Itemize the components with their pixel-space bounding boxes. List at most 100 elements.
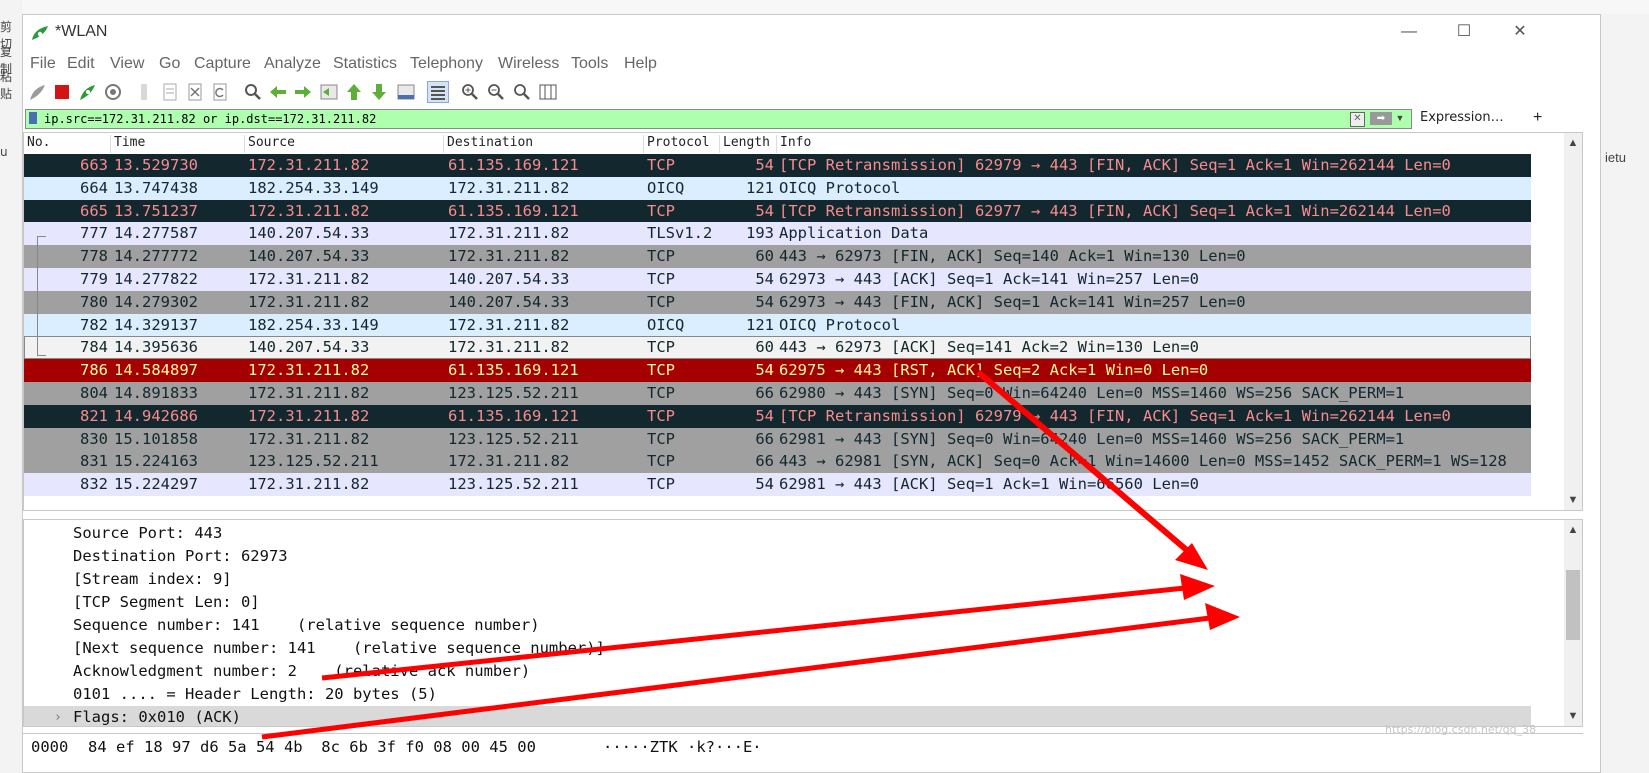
background-window-right: ietu: [1601, 14, 1649, 773]
packet-protocol: TCP: [647, 383, 675, 402]
detail-row[interactable]: Source Port: 443: [24, 522, 1531, 545]
packet-row[interactable]: 821 14.942686 172.31.211.82 61.135.169.121 T…: [24, 404, 1531, 428]
zoom-normal-icon[interactable]: [512, 82, 532, 102]
packet-no: 832: [80, 475, 108, 494]
menu-capture[interactable]: Capture: [194, 55, 251, 73]
wireshark-app-icon: [32, 26, 48, 40]
menu-wireless[interactable]: Wireless: [498, 55, 559, 73]
packet-row[interactable]: 780 14.279302 172.31.211.82 140.207.54.33 TC…: [24, 290, 1531, 314]
shark-fin-icon[interactable]: [27, 82, 47, 102]
go-forward-icon[interactable]: [293, 82, 313, 102]
colorize-icon[interactable]: [427, 81, 449, 103]
packet-protocol: TCP: [647, 247, 675, 266]
packet-list-scrollbar[interactable]: ▲ ▼: [1564, 133, 1582, 510]
detail-row[interactable]: [Next sequence number: 141 (relative seq…: [24, 637, 1531, 660]
autoscroll-icon[interactable]: [396, 82, 416, 102]
packet-source: 172.31.211.82: [248, 292, 370, 311]
go-to-packet-icon[interactable]: [319, 82, 339, 102]
details-scroll-thumb[interactable]: [1566, 570, 1580, 640]
detail-row[interactable]: Acknowledgment number: 2 (relative ack n…: [24, 660, 1531, 683]
filter-bookmark-icon[interactable]: [29, 112, 37, 124]
packet-row[interactable]: 779 14.277822 172.31.211.82 140.207.54.33 TC…: [24, 267, 1531, 291]
resize-columns-icon[interactable]: [538, 82, 558, 102]
packet-destination: 61.135.169.121: [448, 406, 579, 425]
background-window-strip: 剪切 复制 粘贴 u: [0, 0, 22, 773]
packet-length: 54: [755, 475, 774, 494]
maximize-button[interactable]: ☐: [1444, 20, 1484, 44]
packet-source: 140.207.54.33: [248, 224, 370, 243]
find-packet-icon[interactable]: [243, 82, 263, 102]
scroll-down-icon[interactable]: ▼: [1564, 492, 1582, 508]
packet-source: 123.125.52.211: [248, 452, 379, 471]
menu-edit[interactable]: Edit: [67, 55, 95, 73]
packet-row[interactable]: 831 15.224163 123.125.52.211 172.31.211.82 T…: [24, 450, 1531, 474]
go-first-icon[interactable]: [344, 82, 364, 102]
details-scroll-down-icon[interactable]: ▼: [1564, 708, 1582, 724]
filter-dropdown-icon[interactable]: ▼: [1394, 112, 1406, 125]
menu-telephony[interactable]: Telephony: [410, 55, 483, 73]
packet-row[interactable]: 832 15.224297 172.31.211.82 123.125.52.211 T…: [24, 473, 1531, 496]
capture-options-icon[interactable]: [103, 82, 123, 102]
packet-row[interactable]: 786 14.584897 172.31.211.82 61.135.169.121 T…: [24, 359, 1531, 382]
zoom-in-icon[interactable]: [460, 82, 480, 102]
reload-file-icon[interactable]: [210, 82, 230, 102]
close-file-icon[interactable]: [185, 82, 205, 102]
packet-time: 15.224163: [114, 452, 198, 471]
filter-apply-icon[interactable]: ➡: [1370, 112, 1392, 125]
menu-statistics[interactable]: Statistics: [333, 55, 397, 73]
packet-row[interactable]: 782 14.329137 182.254.33.149 172.31.211.82 O…: [24, 313, 1531, 337]
packet-protocol: TCP: [647, 338, 675, 357]
col-header-time[interactable]: Time: [111, 135, 245, 153]
packet-destination: 172.31.211.82: [448, 224, 570, 243]
display-filter-input[interactable]: ip.src==172.31.211.82 or ip.dst==172.31.…: [25, 109, 1412, 129]
packet-no: 831: [80, 452, 108, 471]
packet-info: 62973 → 443 [ACK] Seq=1 Ack=141 Win=257 …: [779, 269, 1199, 288]
restart-capture-icon[interactable]: [77, 82, 97, 102]
menu-view[interactable]: View: [110, 55, 144, 73]
expand-arrow-icon[interactable]: ›: [54, 706, 62, 726]
close-button[interactable]: ✕: [1500, 20, 1540, 44]
packet-protocol: TCP: [647, 361, 675, 380]
stop-capture-icon[interactable]: [52, 82, 72, 102]
packet-row[interactable]: 665 13.751237 172.31.211.82 61.135.169.121 T…: [24, 199, 1531, 223]
details-scrollbar[interactable]: ▲ ▼: [1564, 520, 1582, 726]
col-header-source[interactable]: Source: [245, 135, 444, 153]
go-last-icon[interactable]: [369, 82, 389, 102]
details-scroll-up-icon[interactable]: ▲: [1564, 522, 1582, 538]
related-packet-bracket-top: [37, 236, 46, 255]
col-header-protocol[interactable]: Protocol: [644, 135, 720, 153]
col-header-length[interactable]: Length: [720, 135, 777, 153]
detail-row[interactable]: 0101 .... = Header Length: 20 bytes (5): [24, 683, 1531, 706]
col-header-no[interactable]: No.: [24, 135, 111, 153]
add-filter-button[interactable]: +: [1533, 109, 1542, 127]
scroll-up-icon[interactable]: ▲: [1564, 135, 1582, 151]
filter-clear-icon[interactable]: ✕: [1350, 112, 1365, 127]
detail-row[interactable]: Sequence number: 141 (relative sequence …: [24, 614, 1531, 637]
zoom-out-icon[interactable]: [486, 82, 506, 102]
menu-help[interactable]: Help: [624, 55, 657, 73]
detail-row-flags[interactable]: › Flags: 0x010 (ACK): [24, 706, 1531, 726]
packet-row[interactable]: 784 14.395636 140.207.54.33 172.31.211.82 TC…: [24, 336, 1531, 360]
detail-row[interactable]: [TCP Segment Len: 0]: [24, 591, 1531, 614]
packet-row[interactable]: 664 13.747438 182.254.33.149 172.31.211.82 O…: [24, 176, 1531, 200]
go-back-icon[interactable]: [268, 82, 288, 102]
bg-text-paste: 粘贴: [0, 70, 13, 101]
menu-go[interactable]: Go: [159, 55, 180, 73]
packet-row[interactable]: 830 15.101858 172.31.211.82 123.125.52.211 T…: [24, 427, 1531, 451]
packet-row[interactable]: 663 13.529730 172.31.211.82 61.135.169.121 T…: [24, 154, 1531, 177]
menu-file[interactable]: File: [30, 55, 56, 73]
packet-row[interactable]: 777 14.277587 140.207.54.33 172.31.211.82 TL…: [24, 222, 1531, 246]
packet-row[interactable]: 804 14.891833 172.31.211.82 123.125.52.211 T…: [24, 381, 1531, 405]
detail-row[interactable]: [Stream index: 9]: [24, 568, 1531, 591]
col-header-info[interactable]: Info: [777, 135, 1531, 153]
detail-row[interactable]: Destination Port: 62973: [24, 545, 1531, 568]
col-header-destination[interactable]: Destination: [444, 135, 644, 153]
packet-protocol: TCP: [647, 452, 675, 471]
menu-tools[interactable]: Tools: [571, 55, 608, 73]
packet-row[interactable]: 778 14.277772 140.207.54.33 172.31.211.82 TC…: [24, 245, 1531, 268]
open-file-icon[interactable]: [135, 82, 155, 102]
minimize-button[interactable]: —: [1389, 20, 1429, 44]
save-file-icon[interactable]: [160, 82, 180, 102]
expression-button[interactable]: Expression…: [1420, 110, 1504, 125]
menu-analyze[interactable]: Analyze: [264, 55, 321, 73]
